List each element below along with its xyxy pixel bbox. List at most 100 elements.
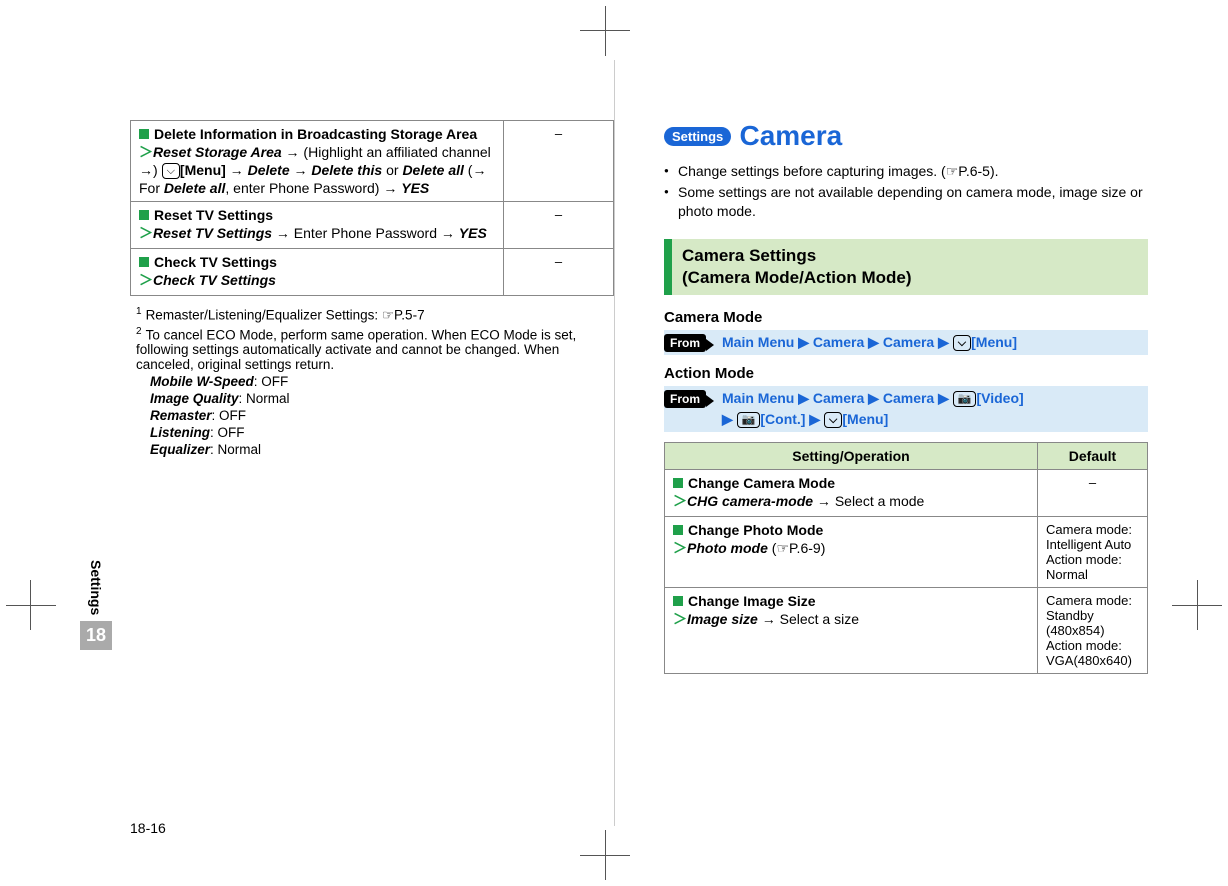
default-cell: Camera mode: Intelligent Auto Action mod…: [1038, 516, 1148, 587]
bullet-item: Change settings before capturing images.…: [664, 162, 1148, 181]
bullet-icon: [673, 596, 683, 606]
cmd: Image size: [687, 611, 758, 627]
row-reset-tv-settings: Reset TV Settings ＞Reset TV Settings → E…: [131, 202, 504, 249]
cmd: YES: [401, 180, 429, 196]
cmd: Delete: [248, 162, 290, 178]
default-cell: –: [1038, 469, 1148, 516]
page-ref: P.6-9: [789, 540, 821, 556]
row-title: Check TV Settings: [154, 254, 277, 270]
from-line-camera: From Main Menu ▶ Camera ▶ Camera ▶ ⌵[Men…: [664, 330, 1148, 355]
settings-badge: Settings: [664, 127, 731, 146]
cmd: Delete all: [402, 162, 463, 178]
arrow-icon: [706, 339, 714, 351]
cmd: Photo mode: [687, 540, 768, 556]
col-header-setting: Setting/Operation: [665, 442, 1038, 469]
setting-name: Remaster: [150, 408, 212, 423]
footnote-marker: 2: [136, 326, 142, 337]
text: → Select a size: [758, 611, 859, 627]
chevron-icon: ▶: [938, 390, 949, 406]
chevron-icon: ＞: [139, 145, 153, 161]
setting-name: Listening: [150, 425, 210, 440]
default-cell: –: [504, 202, 614, 249]
row-title: Delete Information in Broadcasting Stora…: [154, 126, 477, 142]
text: Change settings before capturing images.…: [678, 163, 946, 179]
row-change-photo-mode: Change Photo Mode ＞Photo mode (☞P.6-9): [665, 516, 1038, 587]
left-column: Delete Information in Broadcasting Stora…: [130, 120, 614, 674]
nav-step: [Cont.]: [760, 411, 805, 427]
soft-key-icon: ⌵: [953, 335, 971, 351]
page-ref-icon: ☞: [776, 540, 789, 556]
text: →: [290, 162, 312, 178]
bullet-icon: [139, 257, 149, 267]
bullet-icon: [139, 129, 149, 139]
row-title: Change Image Size: [688, 593, 816, 609]
text: ).: [990, 163, 999, 179]
cmd: Delete all: [164, 180, 225, 196]
cmd: Reset TV Settings: [153, 225, 272, 241]
setting-name: Image Quality: [150, 391, 239, 406]
right-column: Settings Camera Change settings before c…: [664, 120, 1148, 674]
camera-title: Camera: [739, 120, 842, 152]
page-ref-icon: ☞: [382, 308, 394, 323]
chevron-icon: ＞: [139, 273, 153, 289]
side-tab: Settings 18: [80, 560, 112, 650]
setting-value: : OFF: [212, 408, 247, 423]
page-ref-icon: ☞: [946, 163, 959, 179]
text: ): [821, 540, 826, 556]
soft-key-icon: ⌵: [162, 163, 180, 179]
camera-key-icon: 📷: [737, 412, 761, 428]
chevron-icon: ▶: [868, 334, 879, 350]
row-title: Change Camera Mode: [688, 475, 835, 491]
chevron-icon: ▶: [938, 334, 949, 350]
cmd: Check TV Settings: [153, 272, 276, 288]
breadcrumb: Main Menu ▶ Camera ▶ Camera ▶ 📷[Video] ▶…: [722, 388, 1024, 430]
camera-key-icon: 📷: [953, 391, 977, 407]
text: → Enter Phone Password →: [272, 225, 459, 241]
footnotes: 1Remaster/Listening/Equalizer Settings: …: [130, 306, 614, 457]
page-number: 18-16: [130, 820, 166, 836]
section-bar-line: Camera Settings: [682, 246, 816, 265]
nav-step: [Video]: [976, 390, 1023, 406]
from-badge: From: [664, 334, 706, 352]
column-divider: [614, 60, 615, 826]
section-heading: Settings Camera: [664, 120, 1148, 152]
setting-value: : Normal: [239, 391, 290, 406]
bullet-icon: [139, 210, 149, 220]
default-cell: Camera mode: Standby (480x854) Action mo…: [1038, 587, 1148, 673]
menu-label: [Menu]: [180, 162, 226, 178]
setting-name: Equalizer: [150, 442, 210, 457]
chevron-icon: ＞: [139, 226, 153, 242]
bullet-icon: [673, 525, 683, 535]
from-line-action: From Main Menu ▶ Camera ▶ Camera ▶ 📷[Vid…: [664, 386, 1148, 432]
row-change-camera-mode: Change Camera Mode ＞CHG camera-mode → Se…: [665, 469, 1038, 516]
chevron-icon: ＞: [673, 541, 687, 557]
side-tab-label: Settings: [88, 560, 104, 615]
chevron-icon: ▶: [798, 334, 809, 350]
cmd: Delete this: [311, 162, 382, 178]
text: → Select a mode: [813, 493, 924, 509]
chevron-icon: ▶: [722, 411, 733, 427]
camera-settings-table: Setting/Operation Default Change Camera …: [664, 442, 1148, 674]
setting-value: : OFF: [254, 374, 289, 389]
page-ref: P.6-5: [958, 163, 990, 179]
cmd: CHG camera-mode: [687, 493, 813, 509]
row-change-image-size: Change Image Size ＞Image size → Select a…: [665, 587, 1038, 673]
crop-mark: [6, 605, 56, 606]
footnote-text: To cancel ECO Mode, perform same operati…: [136, 327, 576, 372]
default-cell: –: [504, 249, 614, 296]
footnote-marker: 1: [136, 306, 142, 317]
setting-value: : Normal: [210, 442, 261, 457]
crop-mark: [605, 6, 606, 56]
camera-mode-label: Camera Mode: [664, 309, 1148, 326]
action-mode-label: Action Mode: [664, 365, 1148, 382]
chevron-icon: ▶: [809, 411, 820, 427]
setting-value: : OFF: [210, 425, 245, 440]
breadcrumb: Main Menu ▶ Camera ▶ Camera ▶ ⌵[Menu]: [722, 332, 1017, 353]
text: or: [382, 162, 402, 178]
default-cell: –: [504, 121, 614, 202]
section-bar-line: (Camera Mode/Action Mode): [682, 268, 912, 287]
nav-step: Camera: [813, 390, 864, 406]
chevron-icon: ＞: [673, 612, 687, 628]
from-badge: From: [664, 390, 706, 408]
nav-step: [Menu]: [971, 334, 1017, 350]
